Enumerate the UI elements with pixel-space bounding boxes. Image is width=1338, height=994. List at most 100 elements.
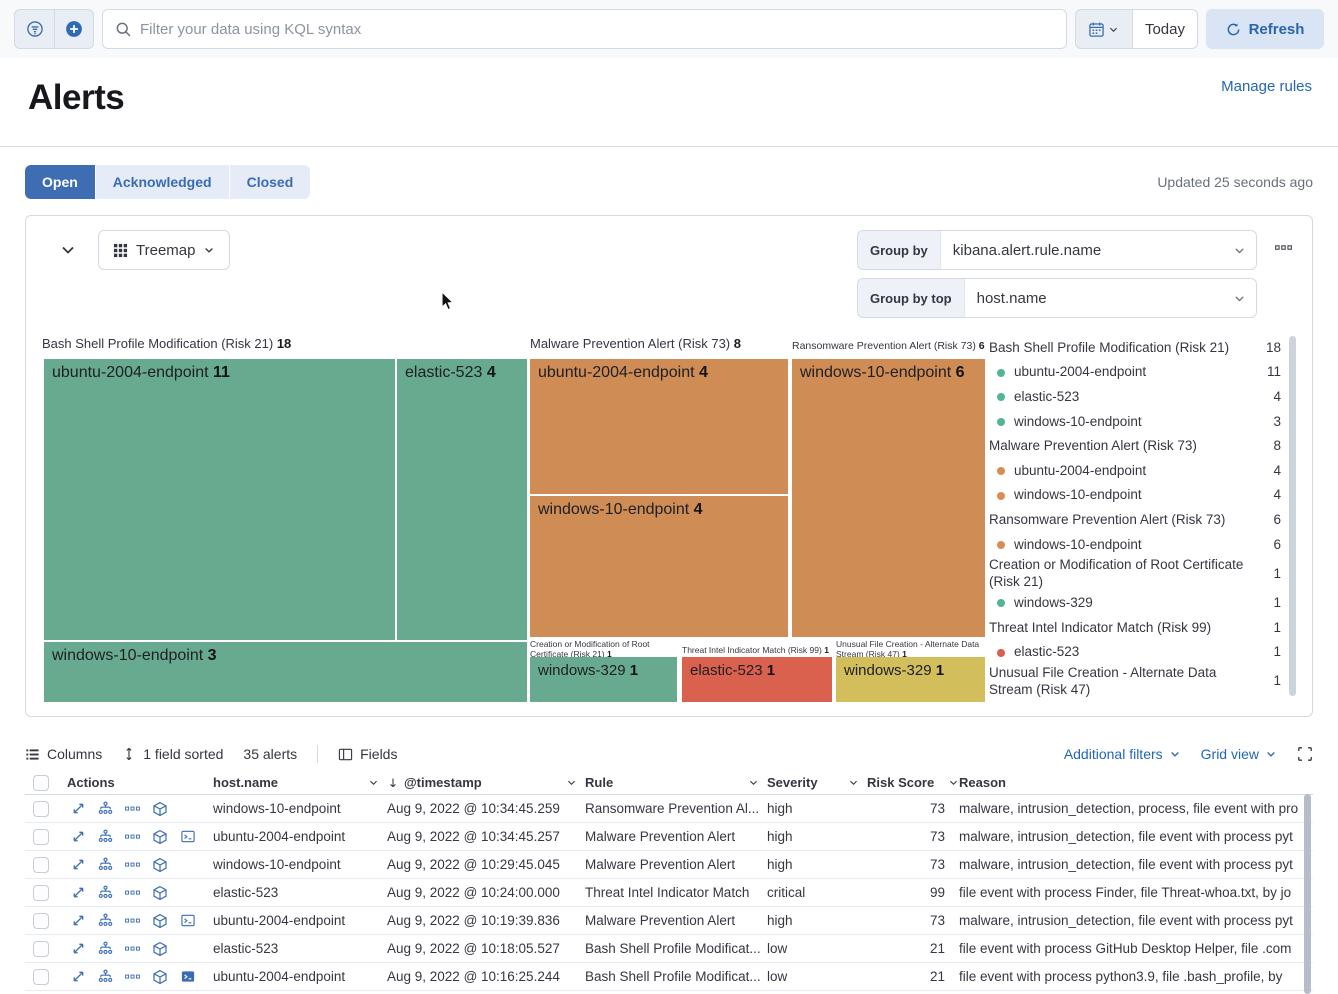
treemap-cell[interactable]: windows-10-endpoint 6	[792, 359, 985, 637]
fields-button[interactable]: Fields	[338, 746, 397, 762]
analyze-event-icon[interactable]	[98, 829, 113, 844]
row-checkbox[interactable]	[33, 913, 49, 929]
kql-search-box[interactable]	[102, 9, 1067, 49]
more-actions-icon[interactable]	[125, 806, 140, 812]
grid-view-button[interactable]: Grid view	[1201, 746, 1277, 762]
legend-item-row[interactable]: elastic-5234	[989, 385, 1281, 410]
legend-group-row[interactable]: Unusual File Creation - Alternate Data S…	[989, 665, 1281, 699]
analyze-event-icon[interactable]	[98, 913, 113, 928]
col-host-name[interactable]: host.name	[209, 775, 387, 790]
sorted-fields-button[interactable]: 1 field sorted	[122, 746, 223, 762]
col-risk-score[interactable]: Risk Score	[867, 775, 959, 790]
expand-alert-icon[interactable]	[71, 857, 86, 872]
legend-group-row[interactable]: Ransomware Prevention Alert (Risk 73)6	[989, 508, 1281, 533]
panel-options-button[interactable]	[1271, 240, 1296, 256]
group-by-top-select[interactable]: Group by top host.name	[857, 278, 1257, 318]
treemap-cell[interactable]: windows-329 1	[836, 657, 985, 702]
more-actions-icon[interactable]	[125, 918, 140, 924]
tab-acknowledged[interactable]: Acknowledged	[96, 165, 229, 199]
more-actions-icon[interactable]	[125, 834, 140, 840]
row-checkbox[interactable]	[33, 885, 49, 901]
treemap-group-title: Ransomware Prevention Alert (Risk 73) 6	[792, 340, 985, 352]
cell-timestamp: Aug 9, 2022 @ 10:34:45.259	[387, 801, 585, 816]
row-checkbox[interactable]	[33, 829, 49, 845]
investigate-in-timeline-icon[interactable]	[152, 857, 168, 873]
manage-rules-link[interactable]: Manage rules	[1221, 78, 1312, 95]
treemap-cell[interactable]: windows-329 1	[530, 657, 677, 702]
legend-item-row[interactable]: ubuntu-2004-endpoint4	[989, 459, 1281, 484]
legend-group-row[interactable]: Malware Prevention Alert (Risk 73)8	[989, 434, 1281, 459]
date-range-button[interactable]: Today	[1133, 9, 1198, 49]
investigate-in-timeline-icon[interactable]	[152, 829, 168, 845]
treemap-cell[interactable]: windows-10-endpoint 3	[44, 642, 527, 702]
calendar-icon	[1088, 21, 1105, 38]
session-view-icon[interactable]	[180, 829, 196, 844]
treemap-cell[interactable]: ubuntu-2004-endpoint 4	[530, 359, 788, 494]
legend-scrollbar[interactable]	[1289, 336, 1296, 696]
saved-query-menu-button[interactable]	[15, 10, 54, 48]
chart-type-select[interactable]: Treemap	[98, 230, 230, 270]
analyze-event-icon[interactable]	[98, 857, 113, 872]
group-by-top-value: host.name	[965, 279, 1233, 317]
col-severity[interactable]: Severity	[767, 775, 867, 790]
select-all-checkbox[interactable]	[33, 775, 49, 791]
chevron-down-icon	[1169, 748, 1181, 760]
treemap-cell[interactable]: elastic-523 4	[397, 359, 527, 640]
legend-item-row[interactable]: windows-10-endpoint4	[989, 484, 1281, 509]
legend-item-row[interactable]: windows-3291	[989, 699, 1281, 702]
expand-alert-icon[interactable]	[71, 829, 86, 844]
fullscreen-button[interactable]	[1297, 746, 1313, 762]
cell-rule: Malware Prevention Alert	[585, 857, 767, 872]
tab-closed[interactable]: Closed	[230, 165, 311, 199]
row-checkbox[interactable]	[33, 969, 49, 985]
legend-group-row[interactable]: Threat Intel Indicator Match (Risk 99)1	[989, 616, 1281, 641]
col-rule[interactable]: Rule	[585, 775, 767, 790]
session-view-icon[interactable]	[180, 913, 196, 928]
additional-filters-button[interactable]: Additional filters	[1064, 746, 1181, 762]
columns-button[interactable]: Columns	[25, 746, 102, 762]
more-actions-icon[interactable]	[125, 890, 140, 896]
col-timestamp[interactable]: @timestamp	[387, 775, 585, 790]
analyze-event-icon[interactable]	[98, 885, 113, 900]
investigate-in-timeline-icon[interactable]	[152, 941, 168, 957]
expand-alert-icon[interactable]	[71, 941, 86, 956]
expand-alert-icon[interactable]	[71, 913, 86, 928]
session-view-icon[interactable]	[180, 969, 196, 984]
analyze-event-icon[interactable]	[98, 941, 113, 956]
refresh-button[interactable]: Refresh	[1206, 9, 1324, 49]
date-quick-select-button[interactable]	[1075, 9, 1133, 49]
legend-item-row[interactable]: windows-3291	[989, 591, 1281, 616]
more-actions-icon[interactable]	[125, 862, 140, 868]
analyze-event-icon[interactable]	[98, 801, 113, 816]
tab-open[interactable]: Open	[25, 165, 95, 199]
legend-item-row[interactable]: windows-10-endpoint3	[989, 410, 1281, 435]
treemap-cell[interactable]: windows-10-endpoint 4	[530, 496, 788, 637]
expand-alert-icon[interactable]	[71, 801, 86, 816]
kql-search-input[interactable]	[140, 21, 1054, 38]
investigate-in-timeline-icon[interactable]	[152, 969, 168, 985]
analyze-event-icon[interactable]	[98, 969, 113, 984]
grid-icon	[113, 243, 128, 258]
row-checkbox[interactable]	[33, 857, 49, 873]
row-checkbox[interactable]	[33, 801, 49, 817]
updated-timestamp: Updated 25 seconds ago	[1157, 174, 1313, 190]
expand-alert-icon[interactable]	[71, 885, 86, 900]
more-actions-icon[interactable]	[125, 974, 140, 980]
investigate-in-timeline-icon[interactable]	[152, 913, 168, 929]
more-actions-icon[interactable]	[125, 946, 140, 952]
group-by-select[interactable]: Group by kibana.alert.rule.name	[857, 230, 1257, 270]
collapse-panel-button[interactable]	[56, 238, 80, 262]
investigate-in-timeline-icon[interactable]	[152, 801, 168, 817]
legend-group-row[interactable]: Creation or Modification of Root Certifi…	[989, 557, 1281, 591]
row-checkbox[interactable]	[33, 941, 49, 957]
add-filter-button[interactable]	[54, 10, 93, 48]
legend-group-row[interactable]: Bash Shell Profile Modification (Risk 21…	[989, 336, 1281, 361]
legend-item-row[interactable]: elastic-5231	[989, 640, 1281, 665]
table-scrollbar[interactable]	[1304, 794, 1311, 994]
legend-item-row[interactable]: windows-10-endpoint6	[989, 533, 1281, 558]
legend-item-row[interactable]: ubuntu-2004-endpoint11	[989, 361, 1281, 386]
treemap-cell[interactable]: ubuntu-2004-endpoint 11	[44, 359, 395, 640]
treemap-cell[interactable]: elastic-523 1	[682, 657, 832, 702]
expand-alert-icon[interactable]	[71, 969, 86, 984]
investigate-in-timeline-icon[interactable]	[152, 885, 168, 901]
